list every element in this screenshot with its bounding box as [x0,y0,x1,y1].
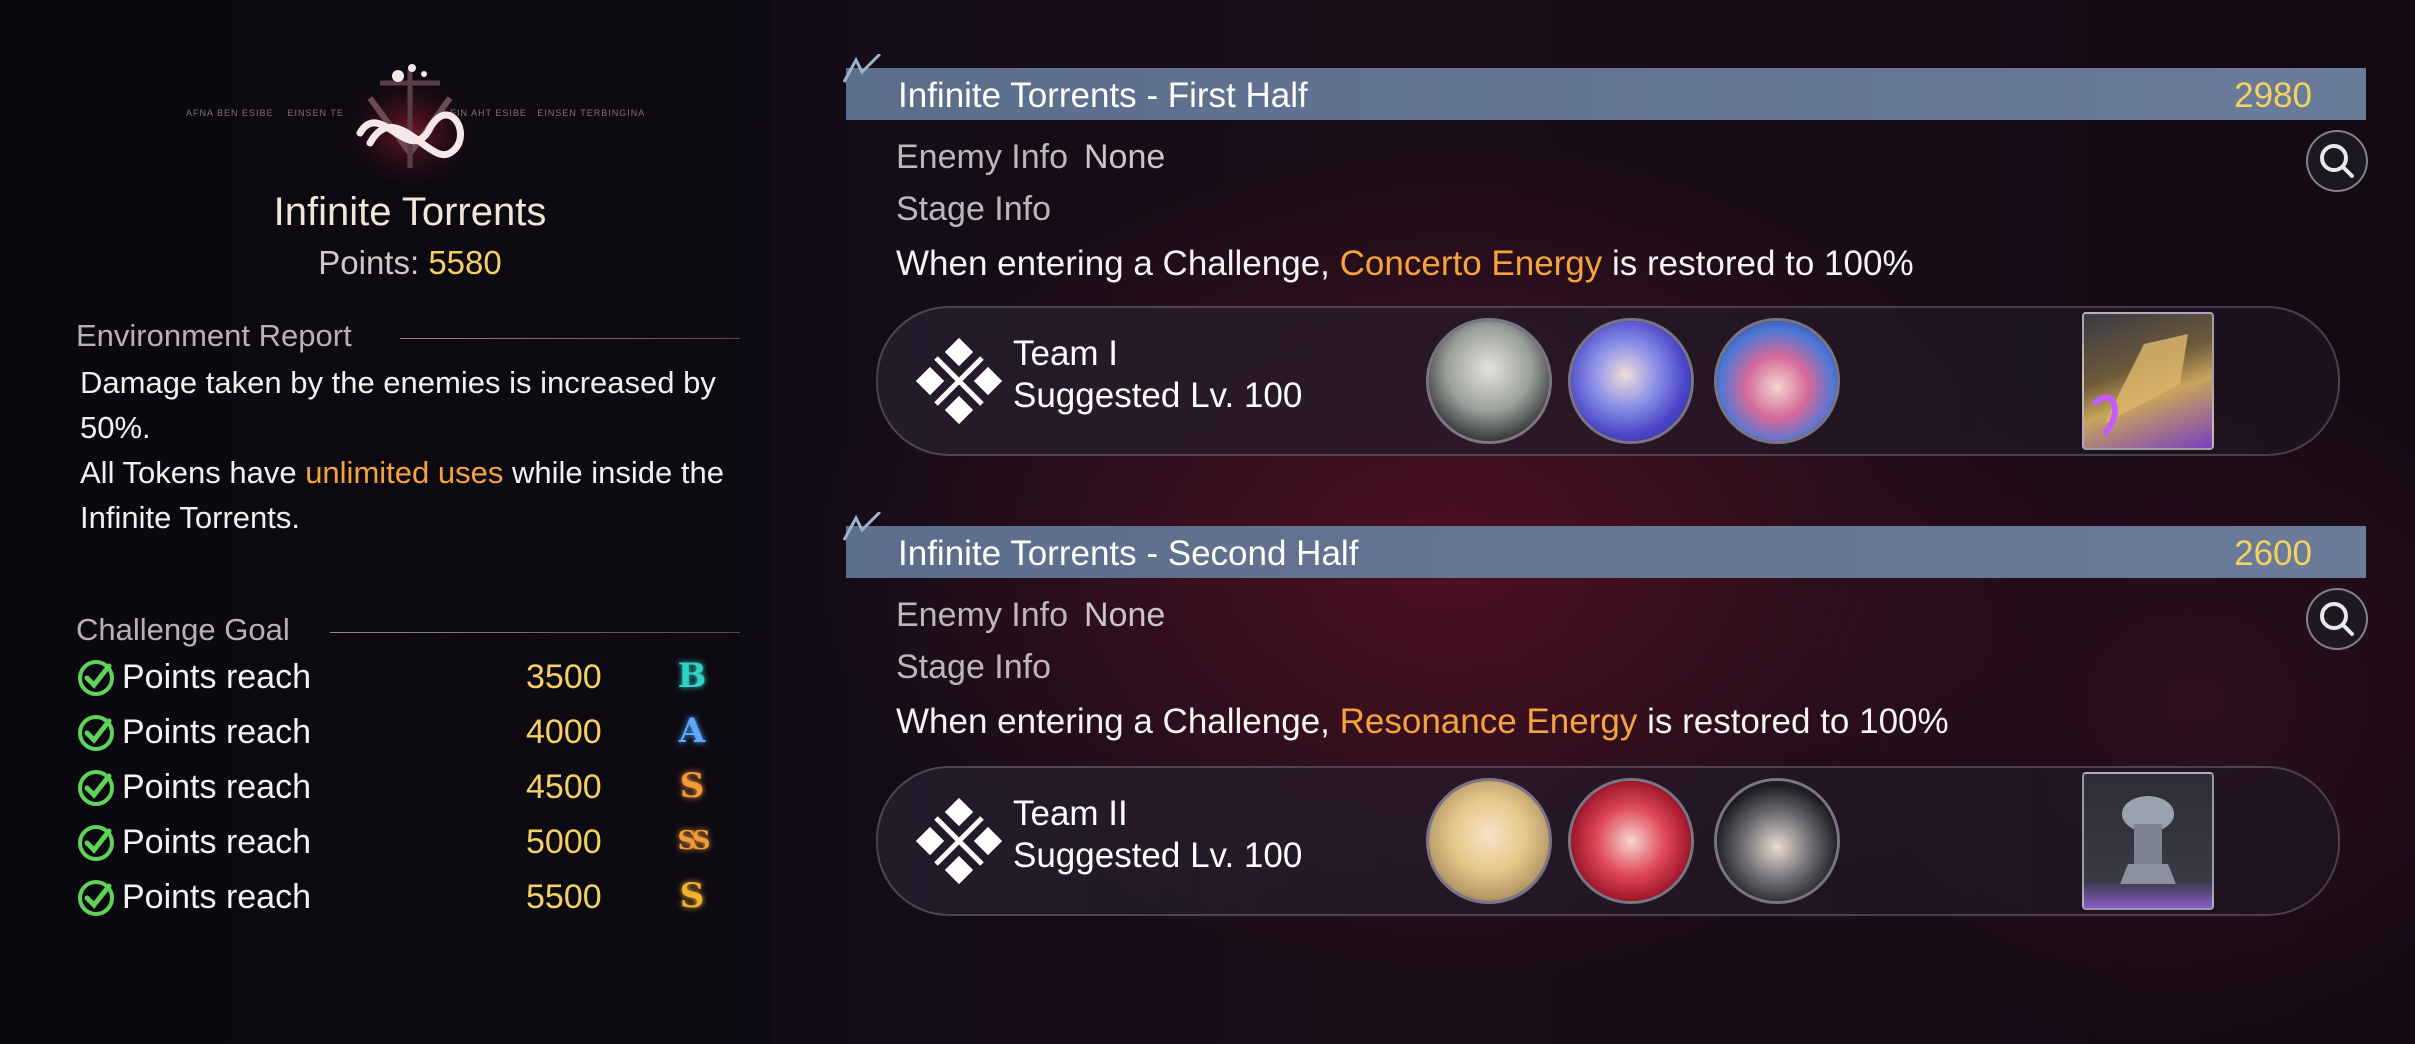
stage-info-label: Stage Info [896,648,1052,686]
goal-label: Points reach [122,713,311,751]
environment-highlight: unlimited uses [305,455,504,490]
stage-title: Infinite Torrents - First Half [898,76,1308,115]
goal-value: 4500 [526,768,602,806]
magnifier-icon [2320,602,2354,636]
stage-header-second-half: Infinite Torrents - Second Half 2600 [842,512,2366,578]
emblem-inscription-left: AFNA BEN ESIBE EINSEN TE [186,108,344,118]
stage-description: When entering a Challenge, Concerto Ener… [896,244,1914,284]
challenge-goal-heading: Challenge Goal [76,612,290,647]
stage-description: When entering a Challenge, Resonance Ene… [896,702,1949,742]
team-level: Suggested Lv. 100 [1013,836,1303,875]
grade-badge-icon: B [677,656,707,696]
enemy-info: Enemy Info None [896,138,1165,177]
environment-line-2: All Tokens have unlimited uses while ins… [80,450,760,540]
environment-report-heading: Environment Report [76,318,352,353]
team-card-2[interactable]: Team II Suggested Lv. 100 [876,766,2340,916]
enemy-info-value: None [1083,596,1166,634]
grade-badge-icon: S [679,876,705,916]
environment-line-1: Damage taken by the enemies is increased… [80,365,716,445]
stage-header-first-half: Infinite Torrents - First Half 2980 [842,54,2366,120]
grade-badge-icon: A [678,711,706,751]
check-circle-icon [78,660,114,696]
check-circle-icon [78,715,114,751]
description-prefix: When entering a Challenge, [896,702,1330,741]
character-avatar[interactable] [1568,778,1694,904]
echo-icon [2091,334,2188,437]
mode-title: Infinite Torrents [273,190,547,234]
crossed-swords-diamond-icon [915,797,1003,885]
echo-icon [2120,796,2176,884]
header-ornament-icon [842,512,882,541]
enemy-info-value: None [1083,138,1166,176]
faded-location-icon [70,40,90,70]
team-card-1[interactable]: Team I Suggested Lv. 100 [876,306,2340,456]
check-circle-icon [78,880,114,916]
goal-value: 4000 [526,713,602,751]
total-points: Points: 5580 [0,244,820,282]
challenge-goal-row: Points reach 4000 A [76,711,716,755]
enemy-info-label: Enemy Info [896,596,1068,634]
team-level: Suggested Lv. 100 [1013,376,1303,415]
emblem-inscription-right: EIN AHT ESIBE EINSEN TERBINGINA [450,108,646,118]
description-highlight: Resonance Energy [1339,702,1638,741]
magnifier-icon [2320,144,2354,178]
check-circle-icon [78,825,114,861]
enemy-info: Enemy Info None [896,596,1165,635]
goal-value: 5000 [526,823,602,861]
search-button-first-half[interactable] [2306,130,2368,192]
search-button-second-half[interactable] [2306,588,2368,650]
enemy-info-label: Enemy Info [896,138,1068,176]
grade-badge-icon: SS [677,826,711,856]
environment-line-2-prefix: All Tokens have [80,455,297,490]
stage-points: 2600 [2234,534,2312,573]
character-avatar[interactable] [1426,318,1552,444]
goal-value: 3500 [526,658,602,696]
character-avatar[interactable] [1714,778,1840,904]
character-avatar[interactable] [1568,318,1694,444]
team-name: Team I [1013,334,1119,373]
description-suffix: is restored to 100% [1647,702,1949,741]
section-divider [400,338,740,339]
echo-item[interactable] [2082,312,2214,450]
infinite-torrents-emblem-icon [300,58,520,188]
header-ornament-icon [842,54,882,83]
description-prefix: When entering a Challenge, [896,244,1330,283]
description-highlight: Concerto Energy [1339,244,1603,283]
description-suffix: is restored to 100% [1612,244,1914,283]
challenge-goal-row: Points reach 5500 S [76,876,716,920]
points-value: 5580 [428,244,502,281]
character-avatar[interactable] [1426,778,1552,904]
team-name: Team II [1013,794,1128,833]
stage-title: Infinite Torrents - Second Half [898,534,1359,573]
points-label: Points: [318,244,420,281]
challenge-goal-row: Points reach 5000 SS [76,821,716,865]
grade-badge-icon: S [679,766,705,806]
check-circle-icon [78,770,114,806]
goal-label: Points reach [122,878,311,916]
environment-report-text: Damage taken by the enemies is increased… [80,360,760,540]
goal-label: Points reach [122,768,311,806]
goal-label: Points reach [122,658,311,696]
section-divider [330,632,740,633]
crossed-swords-diamond-icon [915,337,1003,425]
challenge-goal-row: Points reach 3500 B [76,656,716,700]
echo-item[interactable] [2082,772,2214,910]
challenge-goal-row: Points reach 4500 S [76,766,716,810]
goal-label: Points reach [122,823,311,861]
character-avatar[interactable] [1714,318,1840,444]
goal-value: 5500 [526,878,602,916]
stage-points: 2980 [2234,76,2312,115]
stage-info-label: Stage Info [896,190,1052,228]
